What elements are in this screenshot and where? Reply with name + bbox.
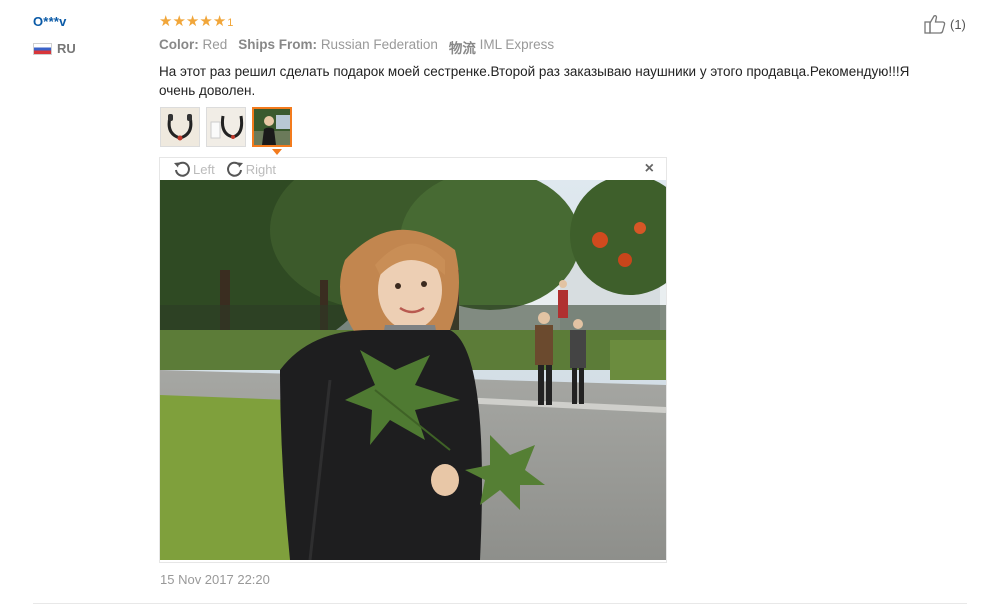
star-icon: ★ bbox=[212, 13, 227, 30]
rotate-right-button[interactable]: Right bbox=[225, 159, 276, 179]
attr-color-key: Color: bbox=[159, 37, 199, 52]
attr-ships-from-value: Russian Federation bbox=[320, 37, 438, 52]
rating-count: 1 bbox=[227, 17, 234, 29]
rotate-right-label: Right bbox=[245, 161, 277, 177]
helpful-count: (1) bbox=[950, 16, 966, 32]
rotate-left-label: Left bbox=[193, 161, 215, 177]
review-divider bbox=[33, 603, 967, 604]
attr-ships-from-key: Ships From: bbox=[238, 37, 318, 52]
reviewer-name[interactable]: O***v bbox=[33, 14, 67, 29]
star-rating: ★ ★ ★ ★ ★ 1 bbox=[159, 14, 233, 29]
attr-logistics-key: 物流 bbox=[448, 41, 476, 56]
rotate-right-icon bbox=[226, 161, 243, 177]
headphones-thumb-image bbox=[161, 108, 199, 146]
close-icon[interactable]: × bbox=[645, 160, 654, 178]
viewer-toolbar: Left Right × bbox=[160, 158, 666, 180]
star-icon: ★ bbox=[172, 13, 186, 30]
country-code: RU bbox=[57, 41, 76, 56]
russia-flag-icon bbox=[33, 42, 52, 55]
rotate-left-button[interactable]: Left bbox=[172, 159, 215, 179]
headphones-box-thumb-image bbox=[207, 108, 245, 146]
review-photo bbox=[160, 180, 666, 560]
review-thumbnails bbox=[160, 107, 292, 147]
reviewer-country: RU bbox=[33, 41, 76, 56]
attr-logistics-value: IML Express bbox=[479, 37, 555, 52]
review-item: O***v RU ★ ★ ★ ★ ★ 1 Color: Red Ships Fr… bbox=[0, 0, 1000, 608]
attr-color-value: Red bbox=[202, 37, 228, 52]
review-date: 15 Nov 2017 22:20 bbox=[160, 572, 270, 587]
helpful-button[interactable]: (1) bbox=[924, 14, 966, 34]
star-icon: ★ bbox=[199, 13, 213, 30]
rotate-left-icon bbox=[174, 161, 190, 177]
portrait-thumb-image bbox=[254, 109, 290, 145]
review-body: На этот раз решил сделать подарок моей с… bbox=[159, 64, 910, 98]
thumbnail-1[interactable] bbox=[160, 107, 200, 147]
star-icon: ★ bbox=[159, 13, 173, 30]
thumbs-up-icon bbox=[924, 15, 946, 34]
star-icon: ★ bbox=[185, 13, 200, 30]
active-thumb-indicator bbox=[272, 149, 282, 155]
order-attributes: Color: Red Ships From: Russian Federatio… bbox=[159, 37, 554, 57]
image-viewer: Left Right × bbox=[159, 157, 667, 563]
thumbnail-3[interactable] bbox=[252, 107, 292, 147]
review-photo-image bbox=[160, 180, 666, 560]
thumbnail-2[interactable] bbox=[206, 107, 246, 147]
